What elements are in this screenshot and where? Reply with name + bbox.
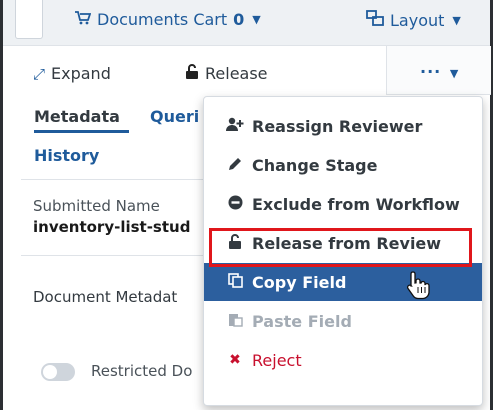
expand-label: Expand: [51, 64, 111, 83]
menu-item-reject[interactable]: ✖ Reject: [204, 341, 482, 379]
menu-item-label: Copy Field: [252, 272, 347, 292]
menu-item-release-from-review[interactable]: Release from Review: [204, 224, 482, 262]
cart-icon: [75, 10, 92, 29]
x-icon: ✖: [229, 352, 241, 368]
expand-icon: ⤢: [33, 64, 46, 83]
menu-item-label: Reject: [252, 350, 302, 370]
more-icon: ···: [420, 62, 442, 81]
submitted-name-value: inventory-list-stud: [33, 218, 191, 236]
menu-item-exclude-from-workflow[interactable]: Exclude from Workflow: [204, 185, 482, 223]
submitted-name-label: Submitted Name: [33, 197, 160, 215]
layout-button[interactable]: Layout ▼: [366, 10, 461, 30]
more-actions-menu: Reassign Reviewer Change Stage Exclude f…: [203, 96, 483, 406]
expand-button[interactable]: ⤢ Expand: [33, 64, 111, 83]
layout-label: Layout: [390, 10, 445, 30]
menu-item-change-stage[interactable]: Change Stage: [204, 146, 482, 184]
tab-queries[interactable]: Queri: [150, 107, 199, 126]
menu-item-label: Reassign Reviewer: [252, 116, 423, 136]
unlock-icon: [185, 64, 199, 83]
documents-cart-count: 0: [233, 10, 245, 29]
menu-item-label: Exclude from Workflow: [252, 194, 460, 214]
release-button[interactable]: Release: [185, 64, 268, 83]
unlock-icon: [224, 233, 246, 253]
menu-item-label: Change Stage: [252, 155, 378, 175]
top-toolbar: Documents Cart 0 ▼ Layout ▼: [3, 0, 490, 46]
menu-item-paste-field[interactable]: Paste Field: [204, 302, 482, 340]
tab-metadata[interactable]: Metadata: [34, 107, 120, 126]
pencil-icon: [224, 156, 246, 175]
menu-item-label: Paste Field: [252, 311, 352, 331]
release-label: Release: [205, 64, 268, 83]
layout-icon: [366, 10, 384, 30]
minus-circle-icon: [224, 195, 246, 214]
copy-icon: [224, 272, 246, 292]
restricted-document-toggle[interactable]: [41, 363, 75, 381]
search-box[interactable]: [15, 0, 43, 39]
document-metadata-heading: Document Metadat: [33, 288, 178, 306]
menu-item-label: Release from Review: [252, 233, 442, 253]
tab-history[interactable]: History: [34, 146, 99, 165]
active-tab-indicator: [34, 130, 129, 133]
hand-pointer-cursor-icon: [405, 270, 431, 300]
restricted-document-label: Restricted Do: [91, 362, 193, 380]
chevron-down-icon: ▼: [449, 67, 460, 80]
more-actions-button[interactable]: ··· ▼: [386, 46, 491, 95]
menu-item-copy-field[interactable]: Copy Field: [204, 263, 482, 301]
toggle-knob: [43, 365, 57, 379]
paste-icon: [224, 312, 246, 331]
chevron-down-icon: ▼: [452, 13, 461, 27]
user-plus-icon: [224, 117, 246, 135]
documents-cart-button[interactable]: Documents Cart 0 ▼: [75, 10, 261, 29]
chevron-down-icon: ▼: [252, 13, 261, 26]
documents-cart-label: Documents Cart: [97, 10, 228, 29]
menu-item-reassign-reviewer[interactable]: Reassign Reviewer: [204, 107, 482, 145]
